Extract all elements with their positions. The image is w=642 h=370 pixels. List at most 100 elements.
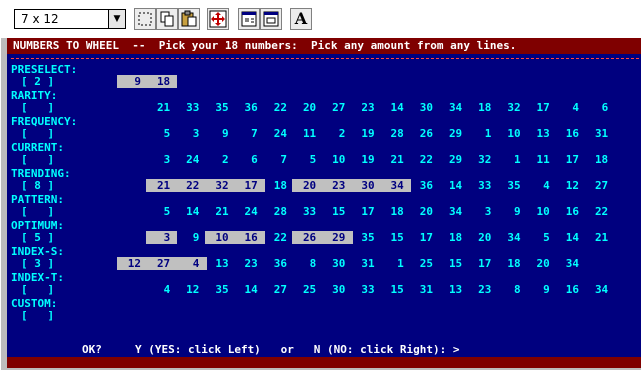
number-cell[interactable]: 29 <box>440 128 462 140</box>
console-screen[interactable]: NUMBERS TO WHEEL -- Pick your 18 numbers… <box>7 38 641 368</box>
number-cell[interactable]: 20 <box>411 206 433 218</box>
number-cell[interactable]: 22 <box>177 180 199 192</box>
number-cell[interactable]: 30 <box>353 180 374 192</box>
number-cell[interactable]: 27 <box>586 180 608 192</box>
number-cell[interactable]: 14 <box>440 180 462 192</box>
number-cell[interactable]: 10 <box>528 206 550 218</box>
fullscreen-button[interactable] <box>207 8 229 30</box>
number-cell[interactable]: 28 <box>382 128 404 140</box>
font-button[interactable]: A <box>290 8 312 30</box>
number-cell[interactable]: 11 <box>528 154 550 166</box>
number-cell[interactable]: 5 <box>148 128 171 140</box>
number-cell[interactable]: 13 <box>440 284 462 296</box>
number-cell[interactable]: 4 <box>557 102 579 114</box>
number-cell[interactable]: 2 <box>207 154 229 166</box>
number-cell[interactable]: 36 <box>236 102 258 114</box>
number-cell[interactable]: 23 <box>323 180 345 192</box>
number-cell[interactable]: 3 <box>177 128 200 140</box>
number-cell[interactable]: 18 <box>440 232 462 244</box>
number-cell[interactable]: 32 <box>207 180 228 192</box>
number-cell[interactable]: 36 <box>411 180 433 192</box>
number-cell[interactable]: 4 <box>148 284 171 296</box>
number-cell[interactable]: 21 <box>207 206 228 218</box>
copy-button[interactable] <box>156 8 178 30</box>
number-cell[interactable]: 6 <box>586 102 609 114</box>
number-cell[interactable]: 25 <box>411 258 433 270</box>
number-cell[interactable]: 15 <box>440 258 462 270</box>
row-count-field[interactable]: [ 2 ] <box>21 76 54 88</box>
number-cell[interactable]: 21 <box>148 180 170 192</box>
number-cell[interactable]: 22 <box>265 232 287 244</box>
row-count-field[interactable]: [ ] <box>21 206 54 218</box>
number-cell[interactable]: 1 <box>469 128 492 140</box>
number-cell[interactable]: 35 <box>353 232 374 244</box>
number-cell[interactable]: 34 <box>382 180 404 192</box>
number-cell[interactable]: 27 <box>148 258 170 270</box>
number-cell[interactable]: 5 <box>294 154 317 166</box>
number-cell[interactable]: 19 <box>353 154 374 166</box>
number-cell[interactable]: 10 <box>323 154 345 166</box>
number-cell[interactable]: 17 <box>411 232 433 244</box>
number-cell[interactable]: 18 <box>499 258 520 270</box>
number-cell[interactable]: 18 <box>382 206 404 218</box>
row-count-field[interactable]: [ 3 ] <box>21 258 54 270</box>
mark-button[interactable] <box>134 8 156 30</box>
number-cell[interactable]: 15 <box>323 206 345 218</box>
number-cell[interactable]: 31 <box>586 128 608 140</box>
row-count-field[interactable]: [ ] <box>21 284 54 296</box>
number-cell[interactable]: 6 <box>236 154 258 166</box>
number-cell[interactable]: 33 <box>294 206 316 218</box>
number-cell[interactable]: 32 <box>469 154 491 166</box>
number-cell[interactable]: 5 <box>148 206 171 218</box>
number-cell[interactable]: 17 <box>557 154 579 166</box>
number-cell[interactable]: 1 <box>382 258 404 270</box>
number-cell[interactable]: 30 <box>323 258 345 270</box>
number-cell[interactable]: 10 <box>207 232 228 244</box>
number-cell[interactable]: 32 <box>499 102 520 114</box>
number-cell[interactable]: 23 <box>236 258 258 270</box>
number-cell[interactable]: 22 <box>265 102 287 114</box>
number-cell[interactable]: 30 <box>411 102 433 114</box>
number-cell[interactable]: 18 <box>265 180 287 192</box>
number-cell[interactable]: 17 <box>528 102 550 114</box>
number-cell[interactable]: 29 <box>440 154 462 166</box>
number-cell[interactable]: 36 <box>265 258 287 270</box>
number-cell[interactable]: 17 <box>353 206 374 218</box>
number-cell[interactable]: 20 <box>294 102 316 114</box>
number-cell[interactable]: 30 <box>323 284 345 296</box>
number-cell[interactable]: 14 <box>557 232 579 244</box>
number-cell[interactable]: 7 <box>265 154 287 166</box>
number-cell[interactable]: 21 <box>148 102 170 114</box>
number-cell[interactable]: 14 <box>177 206 199 218</box>
number-cell[interactable]: 21 <box>382 154 404 166</box>
paste-button[interactable] <box>178 8 200 30</box>
number-cell[interactable]: 18 <box>469 102 491 114</box>
number-cell[interactable]: 33 <box>469 180 491 192</box>
row-count-field[interactable]: [ 5 ] <box>21 232 54 244</box>
number-cell[interactable]: 13 <box>528 128 550 140</box>
number-cell[interactable]: 33 <box>177 102 199 114</box>
number-cell[interactable]: 21 <box>586 232 608 244</box>
background-button[interactable] <box>260 8 282 30</box>
number-cell[interactable]: 17 <box>236 180 258 192</box>
number-cell[interactable]: 35 <box>207 284 228 296</box>
number-cell[interactable]: 14 <box>236 284 258 296</box>
number-cell[interactable]: 3 <box>148 232 171 244</box>
number-cell[interactable]: 17 <box>469 258 491 270</box>
number-cell[interactable]: 9 <box>499 206 521 218</box>
row-count-field[interactable]: [ ] <box>21 128 54 140</box>
number-cell[interactable]: 10 <box>499 128 520 140</box>
number-cell[interactable]: 9 <box>177 232 200 244</box>
number-cell[interactable]: 3 <box>148 154 171 166</box>
number-cell[interactable]: 16 <box>557 284 579 296</box>
number-cell[interactable]: 34 <box>499 232 520 244</box>
number-cell[interactable]: 35 <box>499 180 520 192</box>
number-cell[interactable]: 12 <box>119 258 141 270</box>
number-cell[interactable]: 16 <box>557 128 579 140</box>
number-cell[interactable]: 35 <box>207 102 228 114</box>
number-cell[interactable]: 31 <box>353 258 374 270</box>
number-cell[interactable]: 26 <box>294 232 316 244</box>
number-cell[interactable]: 28 <box>265 206 287 218</box>
number-cell[interactable]: 7 <box>236 128 258 140</box>
number-cell[interactable]: 11 <box>294 128 316 140</box>
